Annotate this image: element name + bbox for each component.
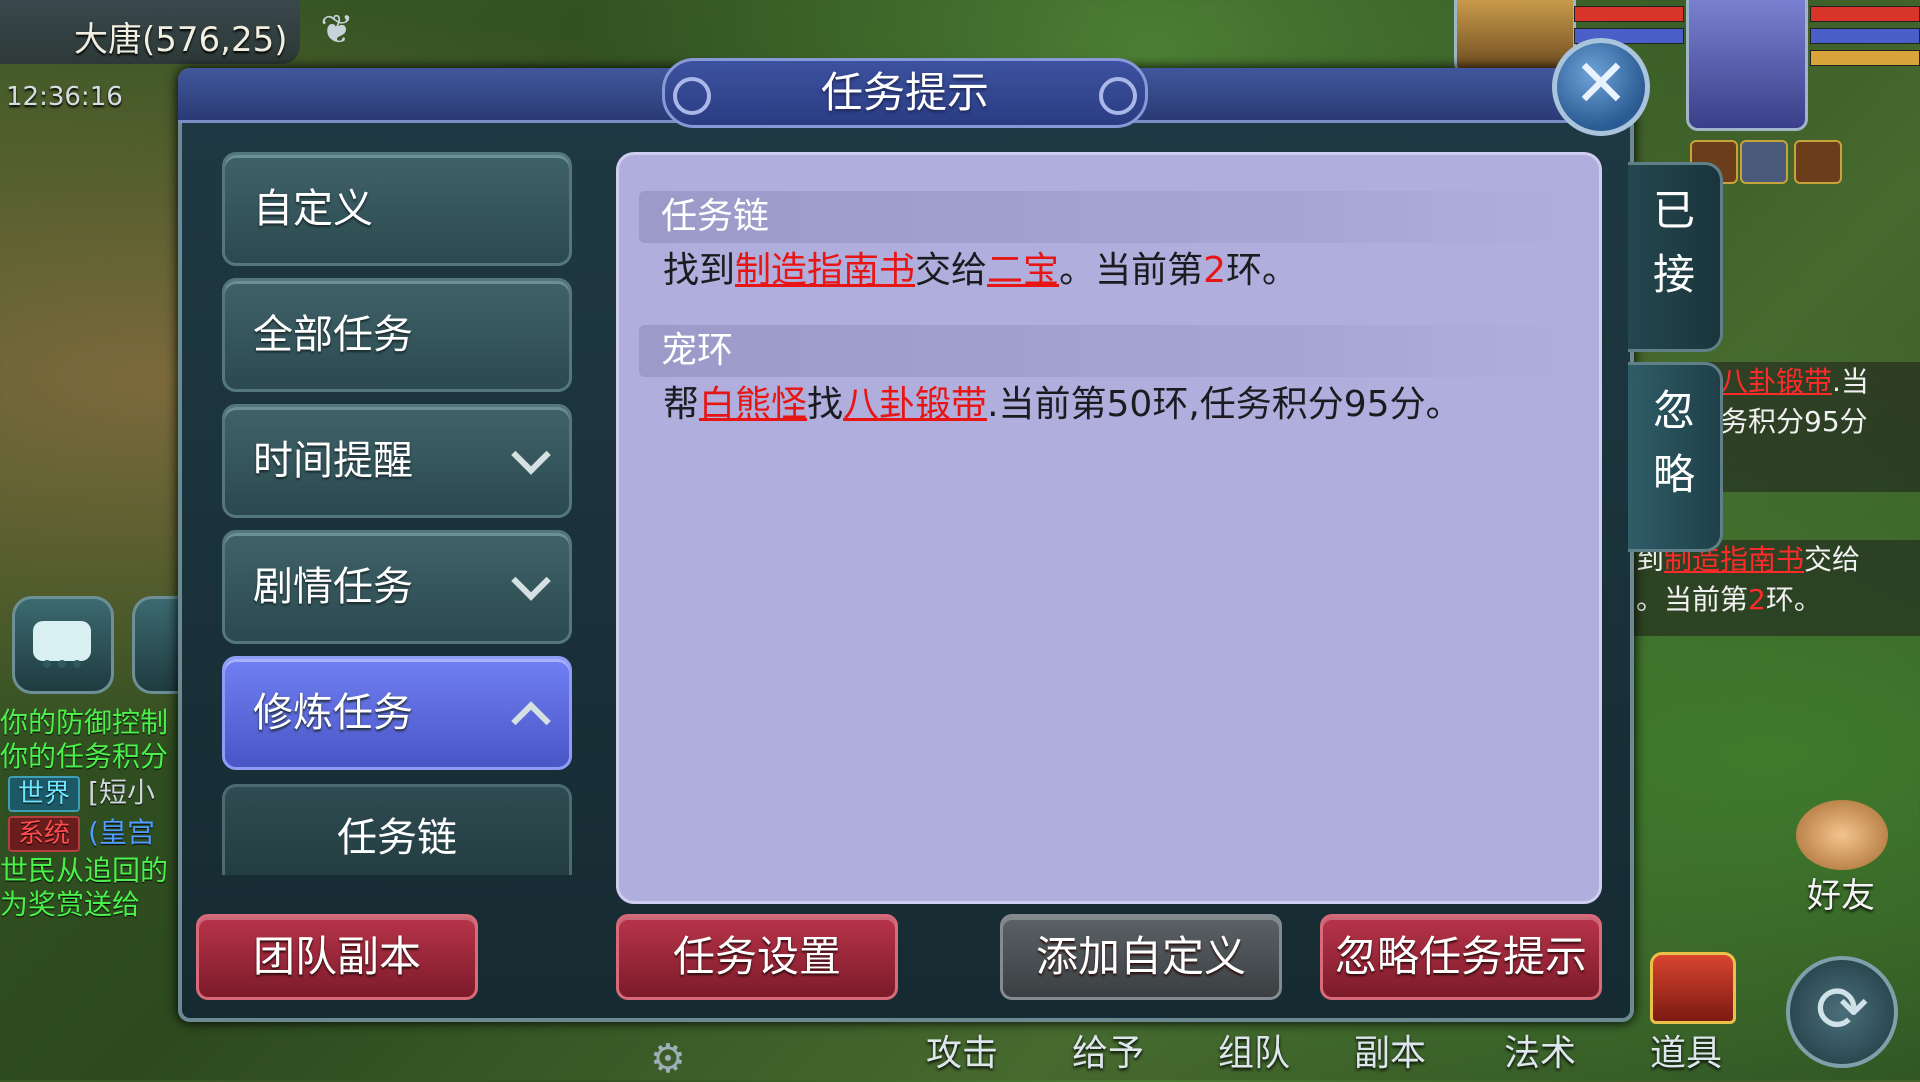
task-hint-dialog: 任务提示 ✕ 自定义 全部任务 时间提醒 剧情任务 修炼任务 任务链 任务链 找… <box>178 38 1723 1022</box>
chat-line: 为奖赏送给 <box>0 888 141 921</box>
heart-icon[interactable]: ❦ <box>314 10 360 50</box>
chat-line: 世民从追回的 <box>0 854 169 887</box>
channel-badge-system: 系统 <box>8 816 81 852</box>
chat-text: [短小 <box>88 776 155 809</box>
chat-text: (皇宫 <box>88 816 155 849</box>
chat-button[interactable] <box>12 596 114 694</box>
tracker-text: 。当前第 <box>1636 583 1749 616</box>
team-button[interactable]: 组队 <box>1218 1024 1290 1076</box>
chat-dot <box>43 660 51 668</box>
tracker-line: 。当前第2环。 <box>1630 580 1920 620</box>
menu-time-reminder[interactable]: 时间提醒 <box>222 404 572 518</box>
tracker-num: 2 <box>1748 583 1766 616</box>
body-text: 环。 <box>1225 250 1298 291</box>
body-text: 找到 <box>663 250 736 291</box>
tracker-text: 交给 <box>1804 543 1861 576</box>
chat-dot <box>58 660 66 668</box>
body-text: 交给 <box>915 250 988 291</box>
section-heading: 任务链 <box>639 191 1575 243</box>
task-content-panel[interactable]: 任务链 找到制造指南书交给二宝。当前第2环。 宠环 帮白熊怪找八卦锻带.当前第5… <box>616 152 1602 904</box>
chat-log[interactable]: 你的防御控制 你的任务积分 世界 [短小 系统 (皇宫 世民从追回的 为奖赏送给 <box>0 706 185 966</box>
friends-button[interactable]: 好友 <box>1786 800 1896 916</box>
chat-line: 你的任务积分 <box>0 740 169 773</box>
dungeon-button[interactable]: 副本 <box>1354 1024 1426 1076</box>
player-portrait[interactable] <box>1686 0 1808 131</box>
refresh-icon[interactable]: ⟳ <box>1786 956 1898 1068</box>
task-section: 任务链 找到制造指南书交给二宝。当前第2环。 <box>639 191 1575 299</box>
chat-line: 系统 (皇宫 <box>0 814 185 854</box>
section-body: 帮白熊怪找八卦锻带.当前第50环,任务积分95分。 <box>639 377 1575 433</box>
handshake-icon <box>1796 800 1888 870</box>
body-text: 找 <box>807 384 844 425</box>
title-plate: 任务提示 <box>662 58 1148 128</box>
friends-label: 好友 <box>1807 876 1875 916</box>
chat-line: 你的防御控制 <box>0 706 169 739</box>
body-text: 帮 <box>663 384 700 425</box>
task-tracker-item[interactable]: 到制造指南书交给 。当前第2环。 <box>1630 540 1920 636</box>
submenu-task-chain[interactable]: 任务链 <box>222 784 572 875</box>
menu-label: 全部任务 <box>253 312 413 358</box>
chevron-up-icon <box>511 701 551 741</box>
add-custom-button[interactable]: 添加自定义 <box>1000 914 1282 1000</box>
items-button[interactable]: 道具 <box>1650 1024 1722 1076</box>
menu-custom[interactable]: 自定义 <box>222 152 572 266</box>
tracker-text: 环。 <box>1765 583 1822 616</box>
buff-icon[interactable] <box>1794 140 1842 184</box>
tracker-link: 八卦锻带 <box>1720 365 1833 398</box>
menu-label: 修炼任务 <box>253 690 413 736</box>
npc-link[interactable]: 白熊怪 <box>699 384 807 425</box>
chat-icon <box>33 621 91 668</box>
body-text: 。当前第 <box>1059 250 1204 291</box>
game-clock: 12:36:16 <box>6 82 123 112</box>
item-link[interactable]: 八卦锻带 <box>843 384 987 425</box>
player-status-bars <box>1810 6 1920 72</box>
tab-label: 忽略 <box>1652 386 1695 499</box>
tracker-text: .当 <box>1832 365 1869 398</box>
dialog-title: 任务提示 <box>820 68 989 117</box>
tab-label: 已接 <box>1652 186 1695 299</box>
mp-bar <box>1810 28 1920 44</box>
submenu-label: 任务链 <box>337 815 457 861</box>
channel-badge-world: 世界 <box>8 776 81 812</box>
hp-bar <box>1574 6 1684 22</box>
tab-ignored[interactable]: 忽略 <box>1628 362 1723 552</box>
npc-link[interactable]: 二宝 <box>987 250 1059 291</box>
menu-label: 时间提醒 <box>253 438 413 484</box>
team-dungeon-button[interactable]: 团队副本 <box>196 914 478 1000</box>
anger-bar <box>1810 50 1920 66</box>
spell-button[interactable]: 法术 <box>1504 1024 1576 1076</box>
task-section: 宠环 帮白熊怪找八卦锻带.当前第50环,任务积分95分。 <box>639 325 1575 433</box>
tab-accepted[interactable]: 已接 <box>1628 162 1723 352</box>
chevron-down-icon <box>511 435 551 475</box>
item-link[interactable]: 制造指南书 <box>735 250 915 291</box>
give-button[interactable]: 给予 <box>1072 1024 1144 1076</box>
map-location-bar[interactable]: 大唐(576,25) <box>0 0 300 64</box>
buff-icon[interactable] <box>1740 140 1788 184</box>
chevron-down-icon <box>511 561 551 601</box>
section-heading: 宠环 <box>639 325 1575 377</box>
chat-line: 世界 [短小 <box>0 774 185 814</box>
round-number: 2 <box>1203 250 1226 291</box>
hp-bar <box>1810 6 1920 22</box>
body-text: .当前第50环,任务积分95分。 <box>987 384 1462 425</box>
menu-story-tasks[interactable]: 剧情任务 <box>222 530 572 644</box>
section-body: 找到制造指南书交给二宝。当前第2环。 <box>639 243 1575 299</box>
menu-label: 剧情任务 <box>253 564 413 610</box>
menu-all-tasks[interactable]: 全部任务 <box>222 278 572 392</box>
chat-dot <box>73 660 81 668</box>
ignore-task-hint-button[interactable]: 忽略任务提示 <box>1320 914 1602 1000</box>
attack-button[interactable]: 攻击 <box>926 1024 998 1076</box>
menu-training-tasks[interactable]: 修炼任务 <box>222 656 572 770</box>
task-settings-button[interactable]: 任务设置 <box>616 914 898 1000</box>
menu-label: 自定义 <box>253 186 373 232</box>
map-name: 大唐(576,25) <box>74 20 288 60</box>
close-icon[interactable]: ✕ <box>1552 38 1650 136</box>
